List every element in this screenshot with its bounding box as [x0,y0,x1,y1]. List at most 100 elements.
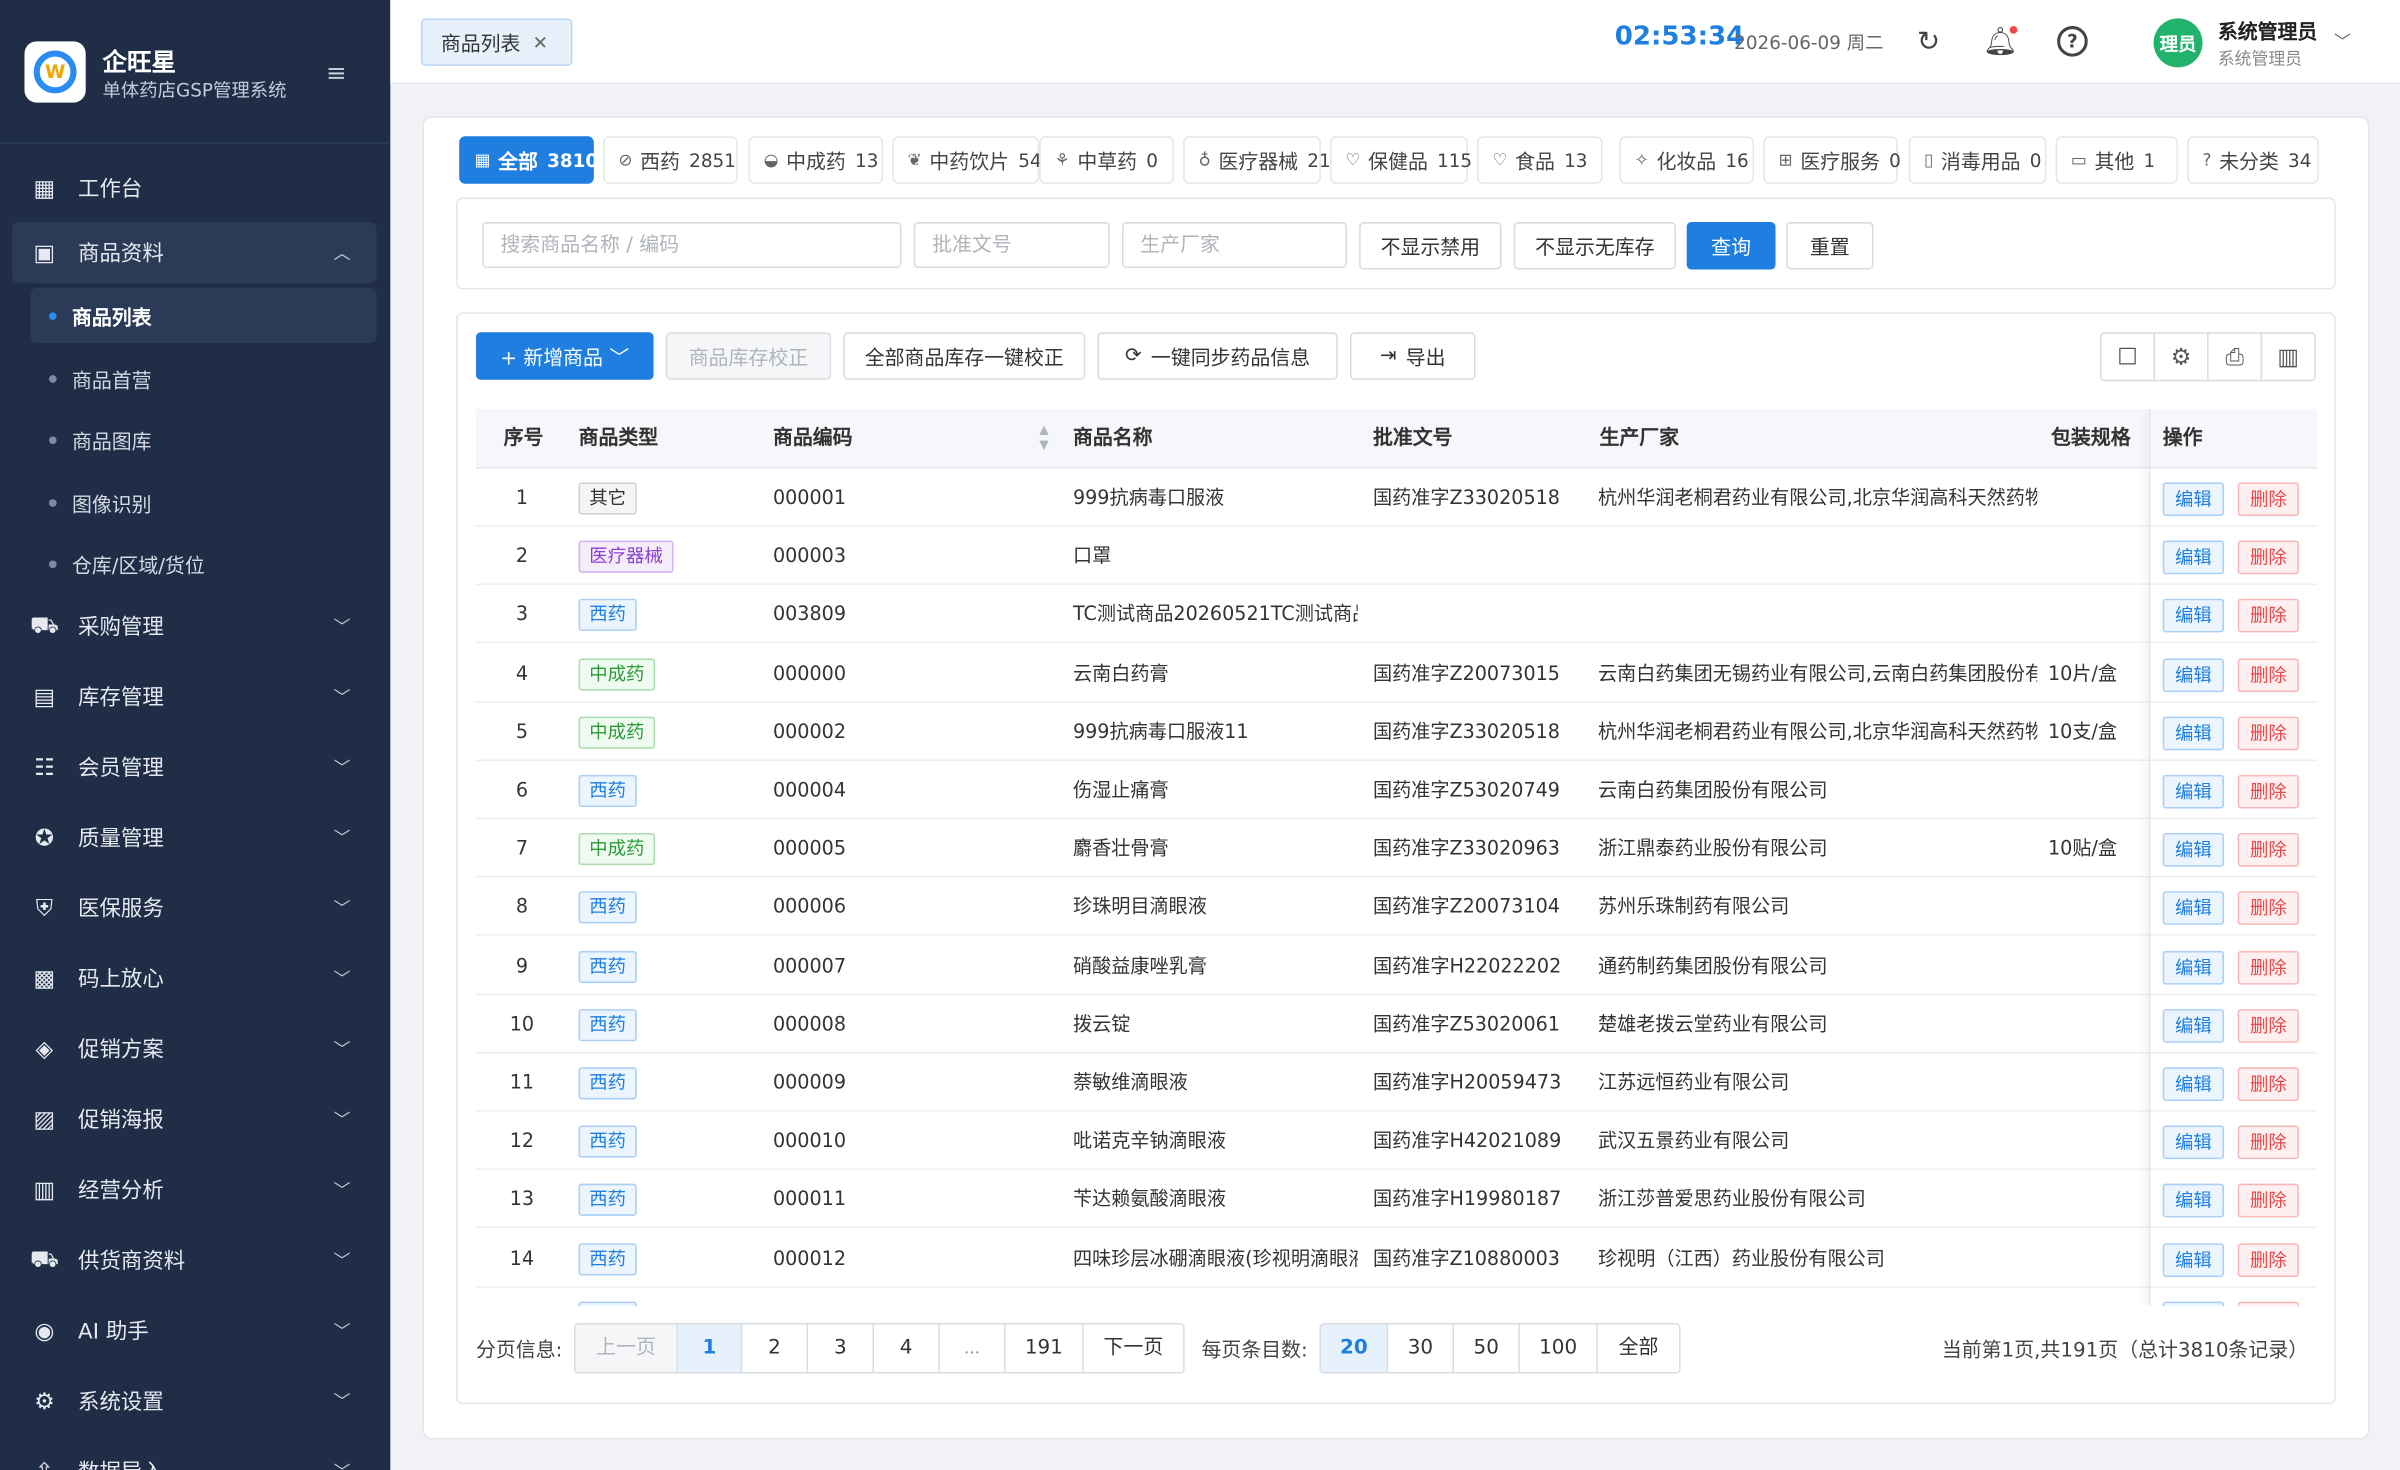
page-size-option[interactable]: 全部 [1597,1324,1680,1372]
category-tab[interactable]: ♁ 医疗器械 218 [1183,136,1342,184]
page-ellipsis[interactable]: ... [939,1324,1006,1372]
sidebar-subitem[interactable]: 图像识别 [31,475,377,530]
edit-button[interactable]: 编辑 [2162,540,2224,575]
delete-button[interactable]: 删除 [2237,891,2299,926]
help-icon[interactable]: ? [2056,25,2090,59]
table-row[interactable]: 1 其它 000001 999抗病毒口服液 国药准字Z33020518 杭州华润老桐君药业… [476,469,2318,527]
user-name[interactable]: 系统管理员 [2218,15,2318,44]
fullscreen-icon[interactable]: ☐ [2099,332,2156,382]
edit-button[interactable]: 编辑 [2162,950,2224,984]
delete-button[interactable]: 删除 [2237,657,2299,692]
sidebar-item-chart[interactable]: ▥ 经营分析 ﹀ [0,1159,390,1220]
sidebar-item-inventory[interactable]: ▤ 库存管理 ﹀ [0,666,390,727]
category-tab[interactable]: ▭ 其他 1 [2055,136,2179,184]
export-button[interactable]: ⇥ 导出 [1349,332,1476,380]
stock-check-button[interactable]: 商品库存校正 [665,332,832,380]
delete-button[interactable]: 删除 [2237,482,2299,517]
columns-icon[interactable]: ▥ [2260,332,2316,382]
page-size-option[interactable]: 20 [1320,1324,1389,1372]
edit-button[interactable]: 编辑 [2162,1242,2224,1277]
all-stock-check-button[interactable]: 全部商品库存一键校正 [843,332,1086,380]
query-button[interactable]: 查询 [1686,222,1776,270]
delete-button[interactable]: 删除 [2237,1067,2299,1101]
sidebar-item-quality[interactable]: ✪ 质量管理 ﹀ [0,807,390,868]
refresh-icon[interactable]: ↻ [1912,25,1946,59]
settings-icon[interactable]: ⚙ [2153,332,2209,382]
add-goods-button[interactable]: + 新增商品 ﹀ [476,332,654,380]
page-size-option[interactable]: 30 [1388,1324,1455,1372]
page-size-option[interactable]: 100 [1519,1324,1598,1372]
edit-button[interactable]: 编辑 [2162,1184,2224,1218]
page-button[interactable]: 191 [1005,1324,1084,1372]
hide-disabled-toggle[interactable]: 不显示禁用 [1359,222,1502,270]
sort-icon[interactable]: ▲ ▼ [1039,423,1048,454]
category-tab[interactable]: ⚘ 中草药 0 [1039,136,1174,184]
table-row[interactable]: 11 西药 000009 萘敏维滴眼液 国药准字H20059473 江苏远恒药业有限公司 [476,1054,2318,1112]
sync-drug-info-button[interactable]: ⟳ 一键同步药品信息 [1097,332,1338,380]
sidebar-subitem[interactable]: 商品首营 [31,351,377,406]
edit-button[interactable]: 编辑 [2162,482,2224,517]
edit-button[interactable]: 编辑 [2162,599,2224,634]
category-tab[interactable]: ▦ 全部 3810 [459,136,598,184]
table-row[interactable]: 13 西药 000011 苄达赖氨酸滴眼液 国药准字H19980187 浙江莎普爱思药业股… [476,1170,2318,1229]
sidebar-item-gear[interactable]: ⚙ 系统设置 ﹀ [0,1370,390,1431]
delete-button[interactable]: 删除 [2237,833,2299,867]
sidebar-item-insurance[interactable]: ⛨ 医保服务 ﹀ [0,877,390,938]
table-row[interactable]: 4 中成药 000000 云南白药膏 国药准字Z20073015 云南白药集团无锡药业有限… [476,644,2318,703]
edit-button[interactable]: 编辑 [2162,716,2224,751]
delete-button[interactable]: 删除 [2237,540,2299,575]
category-tab[interactable]: ? 未分类 34 [2187,136,2319,184]
category-tab[interactable]: ▯ 消毒用品 0 [1908,136,2047,184]
category-tab[interactable]: ♡ 保健品 115 [1330,136,1472,184]
chevron-down-icon[interactable]: ﹀ [2334,29,2351,54]
category-tab[interactable]: ✧ 化妆品 16 [1619,136,1755,184]
delete-button[interactable]: 删除 [2237,1242,2299,1277]
table-row[interactable]: 8 西药 000006 珍珠明目滴眼液 国药准字Z20073104 苏州乐珠制药有限公司 [476,878,2318,937]
delete-button[interactable]: 删除 [2237,1184,2299,1218]
edit-button[interactable]: 编辑 [2162,1125,2224,1160]
edit-button[interactable]: 编辑 [2162,1008,2224,1043]
category-tab[interactable]: ⊘ 西药 2851 [603,136,738,184]
sidebar-item-tag[interactable]: ◈ 促销方案 ﹀ [0,1018,390,1079]
sidebar-item-import[interactable]: ⇪ 数据导入 ﹀ [0,1441,390,1470]
edit-button[interactable]: 编辑 [2162,891,2224,926]
category-tab[interactable]: ♡ 食品 13 [1477,136,1603,184]
table-row[interactable]: 14 西药 000012 四味珍层冰硼滴眼液(珍视明滴眼液 国药准字Z10880003 珍… [476,1229,2318,1288]
page-button[interactable]: 2 [742,1324,809,1372]
sidebar-subitem[interactable]: 仓库/区域/货位 [31,536,377,591]
page-button[interactable]: 1 [678,1324,743,1372]
sidebar-item-poster[interactable]: ▨ 促销海报 ﹀ [0,1089,390,1150]
tab-goods-list[interactable]: 商品列表 ✕ [420,18,573,66]
table-row[interactable]: 6 西药 000004 伤湿止痛膏 国药准字Z53020749 云南白药集团股份有限公司 [476,761,2318,820]
edit-button[interactable]: 编辑 [2162,657,2224,692]
reset-button[interactable]: 重置 [1786,222,1874,270]
delete-button[interactable]: 删除 [2237,950,2299,984]
prev-page-button[interactable]: 上一页 [575,1324,679,1372]
sidebar-item-qrcode[interactable]: ▩ 码上放心 ﹀ [0,948,390,1009]
page-button[interactable]: 4 [873,1324,940,1372]
table-row[interactable]: 12 西药 000010 吡诺克辛钠滴眼液 国药准字H42021089 武汉五景药业有限公… [476,1112,2318,1171]
sidebar-item-cart[interactable]: ⛟ 采购管理 ﹀ [0,596,390,657]
delete-button[interactable]: 删除 [2237,774,2299,809]
sidebar-item-goods[interactable]: ▣ 商品资料 ︿ [12,222,377,284]
page-button[interactable]: 3 [808,1324,874,1372]
table-row[interactable]: 3 西药 003809 TC测试商品20260521TC测试商品 [476,586,2318,644]
hide-no-stock-toggle[interactable]: 不显示无库存 [1513,222,1677,270]
bell-icon[interactable]: 🔔︎ [1983,25,2018,59]
category-tab[interactable]: ❦ 中药饮片 549 [892,136,1053,184]
sidebar-item-members[interactable]: ☷ 会员管理 ﹀ [0,737,390,798]
sidebar-subitem[interactable]: 商品图库 [31,412,377,467]
category-tab[interactable]: ◒ 中成药 13 [748,136,884,184]
table-row[interactable]: 10 西药 000008 拨云锭 国药准字Z53020061 楚雄老拨云堂药业有限公司 [476,995,2318,1054]
edit-button[interactable]: 编辑 [2162,833,2224,867]
delete-button[interactable]: 删除 [2237,1125,2299,1160]
delete-button[interactable]: 删除 [2237,716,2299,751]
sidebar-item-robot[interactable]: ◉ AI 助手 ﹀ [0,1300,390,1361]
table-row[interactable]: 9 西药 000007 硝酸益康唑乳膏 国药准字H22022202 通药制药集团股份有限公… [476,937,2318,995]
search-name-input[interactable] [482,222,902,268]
sidebar-subitem[interactable]: 商品列表 [30,287,377,343]
table-row[interactable]: 5 中成药 000002 999抗病毒口服液11 国药准字Z33020518 杭州华润老桐… [476,703,2318,761]
table-row[interactable]: 2 医疗器械 000003 口罩 [476,527,2318,586]
print-icon[interactable]: ⎙ [2207,332,2263,382]
edit-button[interactable]: 编辑 [2162,774,2224,809]
